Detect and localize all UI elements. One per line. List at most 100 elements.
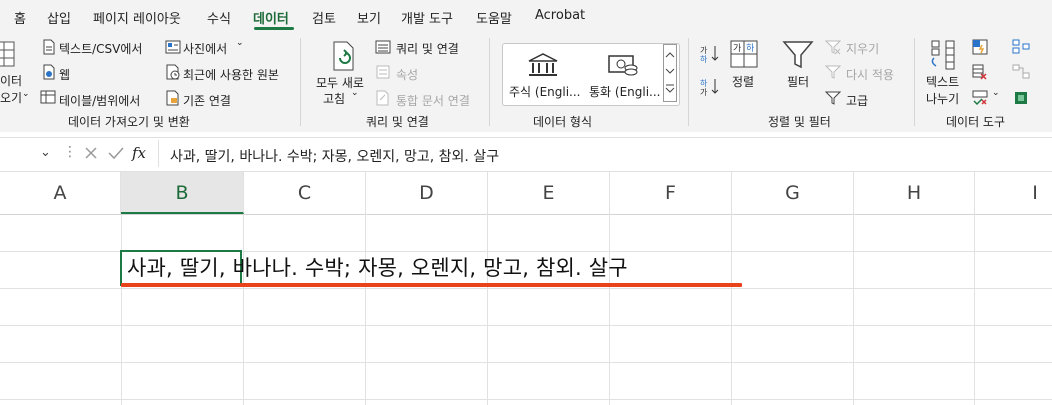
active-tab-indicator [254, 27, 294, 30]
gallery-scroll[interactable] [663, 44, 677, 102]
recent-sources-icon [165, 64, 181, 83]
insert-function-icon[interactable]: fx [132, 144, 146, 162]
gridline [121, 214, 122, 405]
tab-page-layout[interactable]: 페이지 레이아웃 [93, 8, 181, 27]
consolidate-icon[interactable] [1012, 39, 1030, 58]
chevron-down-icon[interactable]: ⌄ [22, 89, 30, 99]
web-button[interactable]: 웹 [59, 66, 70, 83]
sort-ascending-icon[interactable]: 가하 [700, 44, 720, 67]
flash-fill-icon[interactable] [972, 39, 988, 58]
column-header-g[interactable]: G [732, 172, 854, 214]
data-validation-icon[interactable] [972, 90, 988, 109]
column-header-f[interactable]: F [610, 172, 732, 214]
stocks-icon[interactable] [527, 52, 559, 81]
tab-developer[interactable]: 개발 도구 [401, 8, 453, 27]
text-to-columns-label-2[interactable]: 나누기 [926, 90, 959, 107]
cancel-icon[interactable] [84, 146, 98, 163]
column-header-d[interactable]: D [366, 172, 488, 214]
sort-button[interactable]: 정렬 [732, 73, 754, 90]
remove-duplicates-icon[interactable] [972, 64, 988, 83]
picture-icon [165, 39, 181, 58]
column-header-b[interactable]: B [121, 172, 244, 214]
properties-icon [375, 64, 391, 83]
edit-links-button[interactable]: 통합 문서 연결 [396, 92, 470, 109]
gridline [365, 214, 366, 405]
cell-b2-text: 사과, 딸기, 바나나. 수박; 자몽, 오렌지, 망고, 참외. 살구 [127, 256, 628, 280]
sort-descending-icon[interactable]: 하가 [700, 77, 720, 100]
tab-insert[interactable]: 삽입 [47, 8, 71, 27]
table-range-button[interactable]: 테이블/범위에서 [59, 92, 140, 109]
table-range-icon [40, 90, 56, 107]
group-separator [914, 38, 915, 126]
get-data-label-1[interactable]: 이터 [0, 72, 22, 89]
tab-review[interactable]: 검토 [312, 8, 336, 27]
column-headers: A B C D E F G H I [0, 172, 1052, 215]
currencies-button[interactable]: 통화 (Engli... [589, 83, 661, 100]
queries-connections-button[interactable]: 쿼리 및 연결 [396, 40, 459, 57]
svg-text:가: 가 [700, 88, 708, 97]
currencies-icon[interactable] [607, 52, 639, 81]
from-picture-button[interactable]: 사진에서 [183, 40, 227, 57]
tab-view[interactable]: 보기 [357, 8, 381, 27]
properties-button[interactable]: 속성 [396, 66, 418, 83]
refresh-all-icon[interactable] [330, 40, 358, 75]
formula-divider [158, 140, 159, 167]
svg-text:하: 하 [700, 54, 708, 64]
tab-home[interactable]: 홈 [14, 8, 26, 27]
reapply-icon [824, 64, 842, 83]
gridline [0, 288, 1052, 289]
group-label-sort-filter: 정렬 및 필터 [768, 115, 831, 129]
filter-icon[interactable] [782, 40, 814, 73]
group-label-data-tools: 데이터 도구 [946, 115, 1006, 129]
gridline [609, 214, 610, 405]
advanced-button[interactable]: 고급 [846, 92, 868, 109]
existing-connections-button[interactable]: 기존 연결 [183, 92, 231, 109]
gridline [0, 362, 1052, 363]
tab-formulas[interactable]: 수식 [207, 8, 231, 27]
relationships-icon [1012, 64, 1030, 83]
chevron-down-icon[interactable]: ⌄ [351, 88, 359, 98]
stocks-button[interactable]: 주식 (Engli... [509, 83, 581, 100]
text-csv-icon [42, 39, 56, 58]
column-header-i[interactable]: I [975, 172, 1052, 214]
refresh-all-label-2[interactable]: 고침 [323, 90, 345, 107]
tab-data[interactable]: 데이터 [253, 8, 289, 27]
column-header-h[interactable]: H [854, 172, 975, 214]
group-label-data-types: 데이터 형식 [533, 115, 593, 129]
clear-filter-icon [824, 39, 842, 58]
column-header-e[interactable]: E [488, 172, 610, 214]
gridline [487, 214, 488, 405]
svg-text:하: 하 [746, 43, 755, 54]
chevron-down-icon[interactable]: ⌄ [992, 88, 1000, 98]
group-label-queries: 쿼리 및 연결 [366, 115, 429, 129]
gridline [243, 214, 244, 405]
reapply-button[interactable]: 다시 적용 [846, 66, 894, 83]
column-header-a[interactable]: A [0, 172, 121, 214]
web-icon [42, 64, 56, 83]
enter-icon[interactable] [108, 146, 124, 163]
get-data-label-2[interactable]: 오기 [0, 89, 22, 106]
text-csv-button[interactable]: 텍스트/CSV에서 [59, 40, 142, 57]
group-separator [300, 38, 301, 126]
group-label-get-data: 데이터 가져오기 및 변환 [68, 115, 190, 129]
filter-button[interactable]: 필터 [787, 73, 809, 90]
formula-input[interactable]: 사과, 딸기, 바나나. 수박; 자몽, 오렌지, 망고, 참외. 살구 [158, 140, 1052, 167]
tab-help[interactable]: 도움말 [476, 8, 512, 27]
name-box-dropdown-icon[interactable]: ⌄ [40, 145, 51, 160]
get-data-icon[interactable] [0, 40, 18, 68]
text-to-columns-icon[interactable] [928, 40, 960, 73]
svg-text:하: 하 [700, 78, 708, 88]
sort-icon[interactable]: 가하 [730, 40, 758, 71]
column-header-c[interactable]: C [244, 172, 366, 214]
data-model-icon[interactable] [1012, 90, 1030, 109]
highlight-underline [121, 283, 742, 287]
text-to-columns-label-1[interactable]: 텍스트 [926, 73, 959, 90]
chevron-down-icon[interactable]: ⌄ [236, 38, 244, 48]
recent-sources-button[interactable]: 최근에 사용한 원본 [183, 66, 279, 83]
formula-bar-grip: ⋮ [63, 144, 77, 160]
tab-acrobat[interactable]: Acrobat [535, 8, 585, 23]
group-separator [688, 38, 689, 126]
gridline [731, 214, 732, 405]
clear-button[interactable]: 지우기 [846, 40, 879, 57]
svg-text:가: 가 [700, 46, 708, 55]
